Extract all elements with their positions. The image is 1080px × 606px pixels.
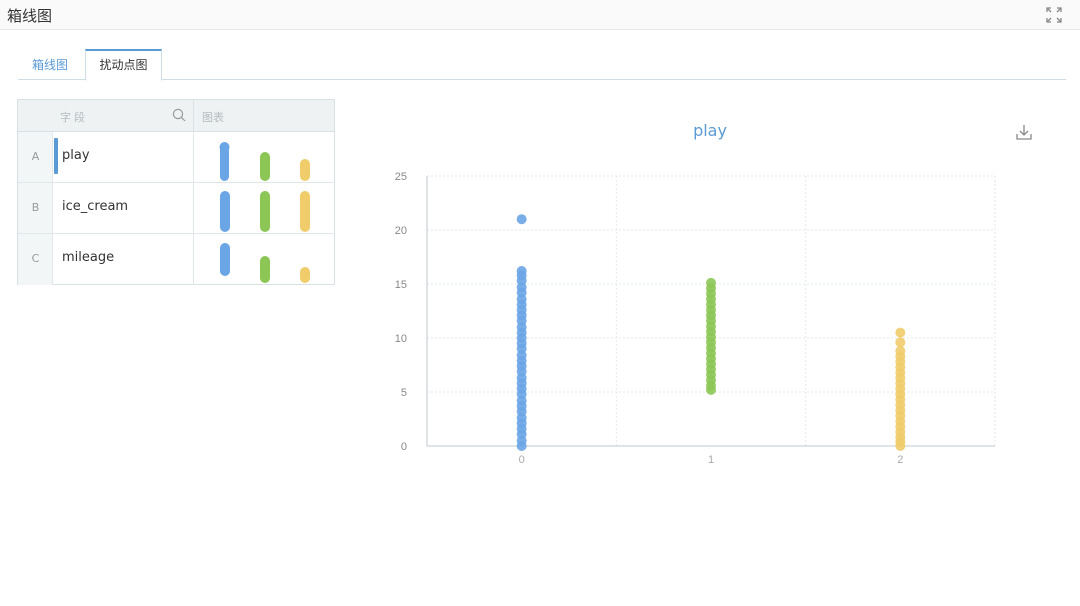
tab-jitter-plot[interactable]: 扰动点图 [85,49,162,81]
y-tick-label: 15 [395,279,407,291]
fullscreen-icon[interactable] [1046,7,1062,23]
y-tick-label: 10 [395,333,407,345]
y-tick-label: 5 [401,387,407,399]
field-table: 字段 图表 A play B ice_cream C mileage [17,99,335,285]
field-name: mileage [62,250,115,265]
mini-jitter-chart [220,191,310,232]
chart-column-header: 图表 [202,111,224,124]
field-row-play[interactable]: A play [18,132,334,183]
data-point [516,214,527,225]
y-tick-label: 20 [395,225,407,237]
row-index: C [31,252,40,265]
data-point [516,441,527,451]
field-table-header: 字段 图表 [18,100,334,132]
search-icon[interactable] [172,108,186,122]
mini-jitter-chart [219,142,310,181]
data-point [895,337,906,348]
field-column-header: 字段 [60,111,88,124]
download-icon[interactable] [1016,124,1032,140]
tab-bar: 箱线图 扰动点图 [18,48,1066,81]
y-tick-label: 25 [395,171,407,183]
y-tick-label: 0 [401,441,407,453]
data-point [895,441,906,451]
field-name: play [62,148,90,163]
field-name: ice_cream [62,199,129,214]
window-title: 箱线图 [7,7,53,25]
jitter-scatter-chart: 0 5 10 15 20 25 0 1 2 [395,171,996,466]
mini-jitter-chart [220,243,310,283]
field-row-ice-cream[interactable]: B ice_cream [18,183,334,234]
row-index: A [31,150,40,163]
x-tick-label: 0 [519,454,525,466]
tab-boxplot[interactable]: 箱线图 [18,51,82,81]
field-row-mileage[interactable]: C mileage [18,234,334,285]
data-point [895,327,906,338]
app-window: 箱线图 箱线图 扰动点图 字段 图表 A play B ice_cream C … [0,0,1080,606]
title-bar: 箱线图 [0,0,1080,30]
row-index: B [31,201,40,214]
chart-title: play [693,121,727,140]
x-tick-label: 2 [897,454,903,466]
x-tick-label: 1 [708,454,714,466]
data-point [706,384,716,395]
selected-marker [54,138,58,174]
